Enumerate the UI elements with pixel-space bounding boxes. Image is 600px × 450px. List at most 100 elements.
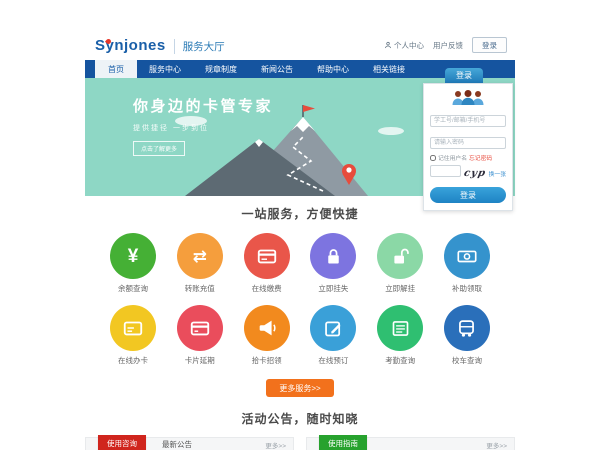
hero-copy: 你身边的卡管专家 提供捷径 一步到位 点击了解更多	[133, 95, 273, 156]
service-label: 补助领取	[441, 283, 493, 294]
service-label: 在线缴费	[241, 283, 293, 294]
personal-center-label: 个人中心	[394, 40, 424, 51]
hero-cta-button[interactable]: 点击了解更多	[133, 141, 185, 156]
service-unlock-card[interactable]: 立即解挂	[374, 233, 426, 294]
consult-panel: 使用咨询 最新公告 更多>>	[85, 437, 294, 450]
username-input[interactable]	[430, 115, 506, 127]
hero-subtitle: 提供捷径 一步到位	[133, 123, 273, 133]
logo[interactable]: Synjones 服务大厅	[95, 37, 225, 54]
service-circle[interactable]	[310, 233, 356, 279]
announcement-panels: 使用咨询 最新公告 更多>> 使用指南 更多>>	[85, 437, 515, 450]
service-card-renewal[interactable]: 卡片延期	[174, 305, 226, 366]
service-circle[interactable]	[310, 305, 356, 351]
service-circle[interactable]	[244, 233, 290, 279]
guide-panel-header: 使用指南 更多>>	[306, 437, 515, 450]
announcements-section: 活动公告，随时知晓 使用咨询 最新公告 更多>> 使用指南 更多>>	[85, 410, 515, 450]
service-online-booking[interactable]: 在线预订	[307, 305, 359, 366]
remember-checkbox[interactable]	[430, 155, 436, 161]
captcha-refresh-link[interactable]: 换一张	[489, 169, 506, 178]
megaphone-icon	[256, 317, 278, 339]
nav-item-rules[interactable]: 规章制度	[193, 60, 249, 78]
service-subsidy[interactable]: 补助领取	[441, 233, 493, 294]
guide-panel: 使用指南 更多>>	[306, 437, 515, 450]
service-online-payment[interactable]: 在线缴费	[241, 233, 293, 294]
banknote-icon	[456, 245, 478, 267]
guide-ribbon-tab[interactable]: 使用指南	[319, 435, 367, 450]
card-icon	[189, 317, 211, 339]
topbar-right: 个人中心 用户反馈 登录	[384, 37, 507, 53]
service-label: 立即解挂	[374, 283, 426, 294]
more-services-button[interactable]: 更多服务>>	[266, 379, 333, 397]
nav-item-service-center[interactable]: 服务中心	[137, 60, 193, 78]
page-container: Synjones 服务大厅 个人中心 用户反馈 登录 首页 服务中心 规章制度 …	[85, 30, 515, 450]
service-transfer[interactable]: ⇄ 转账充值	[174, 233, 226, 294]
top-login-button[interactable]: 登录	[472, 37, 507, 53]
service-circle[interactable]: ¥	[110, 233, 156, 279]
service-attendance[interactable]: 考勤查询	[374, 305, 426, 366]
service-label: 在线办卡	[107, 355, 159, 366]
personal-center-link[interactable]: 个人中心	[384, 40, 424, 51]
nav-item-home[interactable]: 首页	[95, 60, 137, 78]
service-label: 拾卡招领	[241, 355, 293, 366]
login-form: 记住用户名 忘记密码 cyp 换一张 登录	[423, 83, 513, 211]
service-circle[interactable]	[444, 233, 490, 279]
feedback-link[interactable]: 用户反馈	[433, 40, 463, 51]
announcements-title: 活动公告，随时知晓	[85, 410, 515, 427]
service-circle[interactable]	[244, 305, 290, 351]
captcha-image[interactable]: cyp	[463, 168, 487, 179]
hero-title: 你身边的卡管专家	[133, 95, 273, 116]
lock-icon	[323, 246, 344, 267]
service-circle[interactable]	[377, 305, 423, 351]
login-tab[interactable]: 登录	[445, 68, 483, 83]
nav-item-help[interactable]: 帮助中心	[305, 60, 361, 78]
service-circle[interactable]: ⇄	[177, 233, 223, 279]
nav-item-news[interactable]: 新闻公告	[249, 60, 305, 78]
service-label: 卡片延期	[174, 355, 226, 366]
edit-icon	[323, 318, 344, 339]
consult-more-link[interactable]: 更多>>	[265, 440, 286, 450]
password-input[interactable]	[430, 137, 506, 149]
yen-icon: ¥	[128, 247, 139, 266]
service-label: 转账充值	[174, 283, 226, 294]
service-circle[interactable]	[110, 305, 156, 351]
guide-more-link[interactable]: 更多>>	[486, 440, 507, 450]
card-icon	[122, 317, 144, 339]
service-circle[interactable]	[444, 305, 490, 351]
latest-news-tab[interactable]: 最新公告	[162, 439, 192, 450]
bus-icon	[456, 318, 477, 339]
service-lost-found[interactable]: 拾卡招领	[241, 305, 293, 366]
service-label: 立即挂失	[307, 283, 359, 294]
service-apply-card[interactable]: 在线办卡	[107, 305, 159, 366]
nav-item-links[interactable]: 相关链接	[361, 60, 417, 78]
service-label: 考勤查询	[374, 355, 426, 366]
site-name: 服务大厅	[174, 39, 225, 54]
remember-label: 记住用户名	[438, 153, 467, 162]
service-label: 在线预订	[307, 355, 359, 366]
card-icon	[256, 245, 278, 267]
services-section: 一站服务，方便快捷 ¥ 余额查询 ⇄ 转账充值 在线缴费	[85, 196, 515, 397]
remember-row: 记住用户名 忘记密码	[430, 153, 506, 162]
service-school-bus[interactable]: 校车查询	[441, 305, 493, 366]
captcha-input[interactable]	[430, 165, 461, 177]
service-circle[interactable]	[377, 233, 423, 279]
services-row-2: 在线办卡 卡片延期 拾卡招领 在线预订	[85, 305, 515, 366]
feedback-label: 用户反馈	[433, 40, 463, 51]
list-icon	[390, 318, 411, 339]
consult-ribbon-tab[interactable]: 使用咨询	[98, 435, 146, 450]
service-report-loss[interactable]: 立即挂失	[307, 233, 359, 294]
service-balance[interactable]: ¥ 余额查询	[107, 233, 159, 294]
top-bar: Synjones 服务大厅 个人中心 用户反馈 登录	[85, 30, 515, 60]
captcha-row: cyp 换一张	[430, 165, 506, 181]
unlock-icon	[390, 246, 411, 267]
user-icon	[384, 41, 392, 49]
transfer-arrows-icon: ⇄	[193, 248, 207, 265]
services-row-1: ¥ 余额查询 ⇄ 转账充值 在线缴费 立即挂失	[85, 233, 515, 294]
login-submit-button[interactable]: 登录	[430, 187, 506, 203]
service-circle[interactable]	[177, 305, 223, 351]
service-label: 余额查询	[107, 283, 159, 294]
login-panel: 登录 记住用户名 忘记密码 cyp 换一张 登录	[423, 68, 513, 211]
service-label: 校车查询	[441, 355, 493, 366]
consult-panel-header: 使用咨询 最新公告 更多>>	[85, 437, 294, 450]
users-group-icon	[450, 89, 486, 106]
forgot-password-link[interactable]: 忘记密码	[469, 153, 492, 162]
